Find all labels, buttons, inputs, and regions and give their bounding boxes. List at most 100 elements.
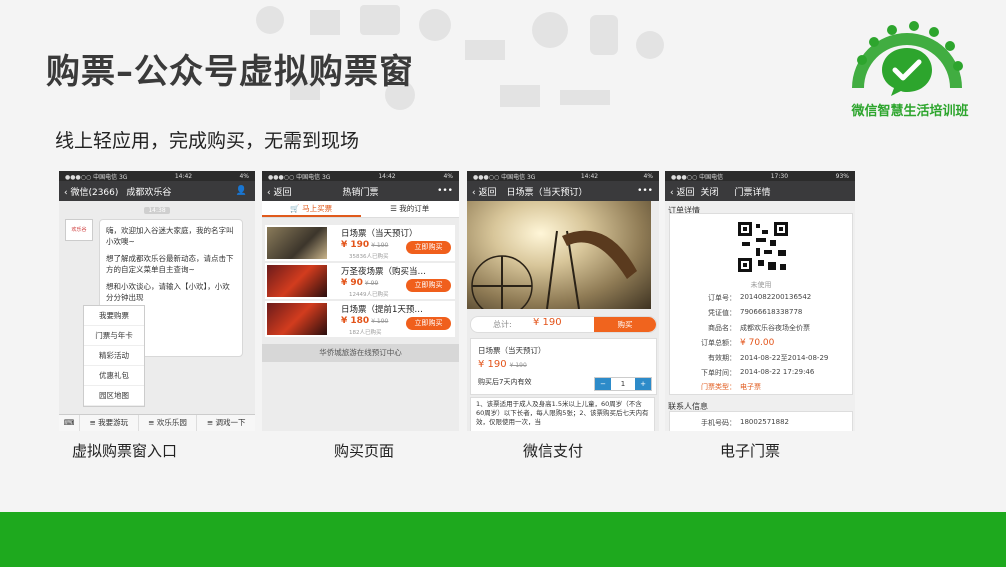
status-bar: ●●●○○ 中国电信 17:30 93% xyxy=(665,171,855,181)
custom-menu-bar: ⌨ ≡ 我要游玩 ≡ 欢乐乐园 ≡ 调戏一下 xyxy=(59,414,255,431)
row-value: 2014-08-22 17:29:46 xyxy=(740,368,815,376)
carrier-signal: ●●●○○ 中国电信 3G xyxy=(473,173,536,181)
buy-now-button[interactable]: 立即购买 xyxy=(406,317,451,330)
caption-payment: 微信支付 xyxy=(523,442,584,460)
battery: 4% xyxy=(643,172,653,180)
price-value: ¥ 90 xyxy=(341,278,363,288)
contact-card: 手机号码： 18002571882 xyxy=(669,411,853,431)
status-bar: ●●●○○ 中国电信 3G 14:42 4% xyxy=(467,171,659,181)
quantity-stepper: − 1 + xyxy=(594,377,652,391)
row-key: 下单时间： xyxy=(701,369,736,377)
back-label: 返回 xyxy=(273,187,292,198)
validity-note: 购买后7天内有效 xyxy=(478,378,532,386)
custom-menu-popup: 我要购票 门票与年卡 精彩活动 优惠礼包 园区地图 xyxy=(83,305,145,407)
row-key: 订单总额： xyxy=(701,339,736,347)
chat-timestamp: 14:38 xyxy=(144,207,170,214)
row-key: 订单号： xyxy=(708,294,736,302)
bubble-line-1: 嗨，欢迎加入谷迷大家庭，我的名字叫小欢噢~ xyxy=(106,226,234,246)
price-value: ¥ 190 xyxy=(478,359,507,370)
tab-my-orders[interactable]: ☰ 我的订单 xyxy=(361,201,460,217)
quantity-value[interactable]: 1 xyxy=(611,378,635,390)
sold-count: 35836人已购买 xyxy=(349,254,389,260)
ticket-price: ¥ 90 ¥ 99 xyxy=(341,278,378,288)
bubble-line-2: 想了解成都欢乐谷最新动态，请点击下方的自定义菜单自主查询~ xyxy=(106,254,234,274)
back-button[interactable]: ‹ 微信(2366) xyxy=(64,185,118,198)
more-icon[interactable]: ••• xyxy=(637,186,653,196)
price-value: ¥ 180 xyxy=(341,316,370,326)
page-title: 购票–公众号虚拟购票窗 xyxy=(46,52,414,92)
caption-eticket: 电子门票 xyxy=(720,442,781,460)
phone-screen-payment: ●●●○○ 中国电信 3G 14:42 4% ‹ 返回 日场票（当天预订） ••… xyxy=(467,171,659,431)
ticket-detail-card: 日场票（当天预订） ¥ 190 ¥ 190 购买后7天内有效 − 1 + xyxy=(470,338,657,395)
ticket-name: 日场票（当天预订） xyxy=(341,229,418,239)
profile-icon[interactable]: 👤 xyxy=(236,186,247,196)
more-icon[interactable]: ••• xyxy=(437,186,453,196)
bubble-line-3: 想和小欢谈心，请输入【小欢】，小欢分分钟出现 xyxy=(106,282,230,302)
row-key: 手机号码： xyxy=(701,419,736,427)
ticket-price: ¥ 190 ¥ 190 xyxy=(341,240,388,250)
back-label: 微信(2366) xyxy=(70,187,119,198)
back-label: 返回 xyxy=(676,187,695,198)
clock: 17:30 xyxy=(770,172,789,180)
ticket-thumbnail xyxy=(267,303,327,335)
menu-item-offers[interactable]: 优惠礼包 xyxy=(84,366,144,386)
ticket-item[interactable]: 日场票（当天预订） ¥ 190 ¥ 190 35836人已购买 立即购买 xyxy=(265,225,455,261)
eticket-card: 未使用 订单号： 2014082200136542 凭证值： 79066618338… xyxy=(669,213,853,395)
ticket-thumbnail xyxy=(267,227,327,259)
menu-tab-chat[interactable]: ≡ 调戏一下 xyxy=(196,415,255,431)
back-button[interactable]: ‹ 返回 xyxy=(472,185,496,198)
menu-item-buy-ticket[interactable]: 我要购票 xyxy=(84,306,144,326)
carrier-signal: ●●●○○ 中国电信 xyxy=(671,173,724,181)
original-price: ¥ 190 xyxy=(509,362,527,369)
back-button[interactable]: ‹ 返回 xyxy=(267,185,291,198)
footer-bar xyxy=(0,512,1006,567)
original-price: ¥ 190 xyxy=(371,318,389,325)
buy-now-button[interactable]: 立即购买 xyxy=(406,279,451,292)
phone-screen-purchase: ●●●○○ 中国电信 3G 14:42 4% ‹ 返回 热销门票 ••• 🛒 马… xyxy=(262,171,459,431)
row-key: 凭证值： xyxy=(708,309,736,317)
tab-buy-now[interactable]: 🛒 马上买票 xyxy=(262,201,361,217)
ticket-price: ¥ 190 ¥ 190 xyxy=(478,359,527,370)
total-amount: ¥ 190 xyxy=(533,317,562,328)
tabs: 🛒 马上买票 ☰ 我的订单 xyxy=(262,201,459,218)
carrier-signal: ●●●○○ 中国电信 3G xyxy=(65,173,128,181)
menu-tab-play[interactable]: ≡ 我要游玩 xyxy=(79,415,138,431)
ticket-price: ¥ 180 ¥ 190 xyxy=(341,316,388,326)
original-price: ¥ 190 xyxy=(371,242,389,249)
menu-tab-park[interactable]: ≡ 欢乐乐园 xyxy=(137,415,197,431)
ticket-status: 未使用 xyxy=(750,281,772,289)
menu-item-map[interactable]: 园区地图 xyxy=(84,386,144,406)
ticket-rules: 1、该票适用于成人及身高1.5米以上儿童，60周岁（不含60周岁）以下长者，每人… xyxy=(470,397,655,431)
sold-count: 12449人已购买 xyxy=(349,292,389,298)
menu-item-tickets-cards[interactable]: 门票与年卡 xyxy=(84,326,144,346)
decrement-button[interactable]: − xyxy=(595,378,611,390)
buy-now-button[interactable]: 立即购买 xyxy=(406,241,451,254)
clock: 14:42 xyxy=(378,172,396,180)
keyboard-icon[interactable]: ⌨ xyxy=(59,415,79,431)
page-subtitle: 线上轻应用，完成购买，无需到现场 xyxy=(55,130,360,152)
row-value: 18002571882 xyxy=(740,418,789,426)
sold-count: 182人已购买 xyxy=(349,330,382,336)
ticket-item[interactable]: 日场票（提前1天预… ¥ 180 ¥ 190 182人已购买 立即购买 xyxy=(265,301,455,337)
buy-button[interactable]: 购买 xyxy=(594,317,656,332)
row-value: 电子票 xyxy=(740,383,761,391)
back-button[interactable]: ‹ 返回 xyxy=(670,185,694,198)
caption-entry: 虚拟购票窗入口 xyxy=(72,442,178,460)
ticket-name: 万圣夜场票（购买当… xyxy=(341,267,427,277)
tab-label: 马上买票 xyxy=(302,204,333,213)
ticket-name: 日场票（提前1天预… xyxy=(341,305,423,315)
ticket-item[interactable]: 万圣夜场票（购买当… ¥ 90 ¥ 99 12449人已购买 立即购买 xyxy=(265,263,455,299)
page-header-title: 门票详情 xyxy=(734,187,771,198)
booking-center-footer: 华侨城旅游在线预订中心 xyxy=(262,344,459,362)
avatar[interactable]: 欢乐谷 xyxy=(65,219,93,241)
menu-item-events[interactable]: 精彩活动 xyxy=(84,346,144,366)
phone-screen-entry: ●●●○○ 中国电信 3G 14:42 4% ‹ 微信(2366) 成都欢乐谷 … xyxy=(59,171,255,431)
battery: 93% xyxy=(835,172,849,180)
phone-screen-eticket: ●●●○○ 中国电信 17:30 93% ‹ 返回 关闭 门票详情 订单详情 未… xyxy=(665,171,855,431)
back-label: 返回 xyxy=(478,187,497,198)
qr-code xyxy=(722,220,804,280)
close-button[interactable]: 关闭 xyxy=(700,185,718,198)
ticket-name: 日场票（当天预订） xyxy=(478,346,546,355)
increment-button[interactable]: + xyxy=(635,378,651,390)
nav-bar: ‹ 返回 日场票（当天预订） ••• xyxy=(467,181,659,201)
